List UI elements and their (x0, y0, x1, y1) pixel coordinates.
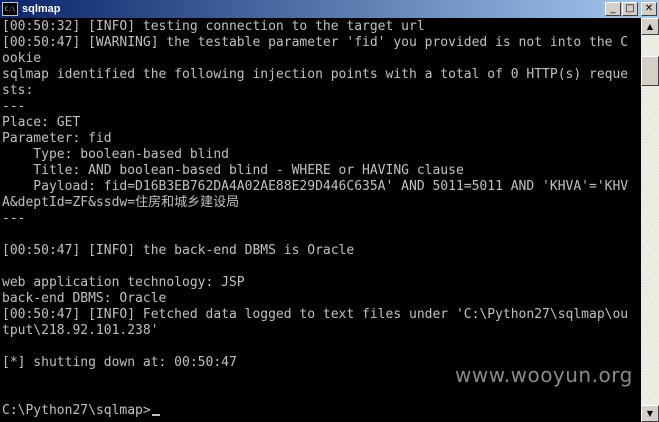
title-bar[interactable]: C:\ sqlmap _ □ ✕ (0, 0, 659, 18)
console-output[interactable]: [00:50:32] [INFO] testing connection to … (0, 18, 641, 422)
console-line: sqlmap identified the following injectio… (2, 67, 629, 82)
console-line: A&deptId=ZF&ssdw=住房和城乡建设局 (2, 195, 239, 211)
minimize-button[interactable]: _ (605, 2, 621, 16)
console-line: [00:50:47] [INFO] Fetched data logged to… (2, 307, 629, 322)
watermark: www.wooyun.org (455, 363, 633, 387)
console-line: web application technology: JSP (2, 275, 245, 290)
scrollbar-thumb[interactable] (641, 56, 659, 86)
console-line: Place: GET (2, 115, 81, 130)
console-line: [00:50:47] [INFO] the back-end DBMS is O… (2, 243, 355, 258)
vertical-scrollbar[interactable]: ▲ ▼ (641, 18, 659, 422)
close-button[interactable]: ✕ (641, 2, 657, 16)
maximize-button[interactable]: □ (622, 2, 638, 16)
scroll-up-button[interactable]: ▲ (641, 18, 659, 35)
console-line: [00:50:32] [INFO] testing connection to … (2, 19, 425, 34)
text-cursor (151, 414, 160, 416)
console-line-cjk-text: 住房和城乡建设局 (135, 195, 240, 210)
console-prompt-line[interactable]: C:\Python27\sqlmap> (2, 403, 160, 419)
console-window: C:\ sqlmap _ □ ✕ [00:50:32] [INFO] testi… (0, 0, 659, 422)
console-line: Title: AND boolean-based blind - WHERE o… (2, 163, 464, 178)
console-line: --- (2, 211, 26, 226)
console-line: Parameter: fid (2, 131, 112, 146)
console-prompt: C:\Python27\sqlmap> (2, 403, 151, 418)
console-line: [00:50:47] [WARNING] the testable parame… (2, 35, 629, 50)
console-line: back-end DBMS: Oracle (2, 291, 167, 306)
console-line: sts: (2, 83, 34, 98)
console-line: [*] shutting down at: 00:50:47 (2, 355, 237, 370)
console-line: tput\218.92.101.238' (2, 323, 159, 338)
console-line: Payload: fid=D16B3EB762DA4A02AE88E29D446… (2, 179, 629, 194)
console-line: ookie (2, 51, 42, 66)
console-app-icon[interactable]: C:\ (2, 2, 18, 16)
console-line: Type: boolean-based blind (2, 147, 229, 162)
console-line: --- (2, 99, 26, 114)
window-title: sqlmap (22, 3, 61, 15)
console-line-text: A&deptId=ZF&ssdw= (2, 195, 136, 210)
scroll-down-button[interactable]: ▼ (641, 405, 659, 422)
